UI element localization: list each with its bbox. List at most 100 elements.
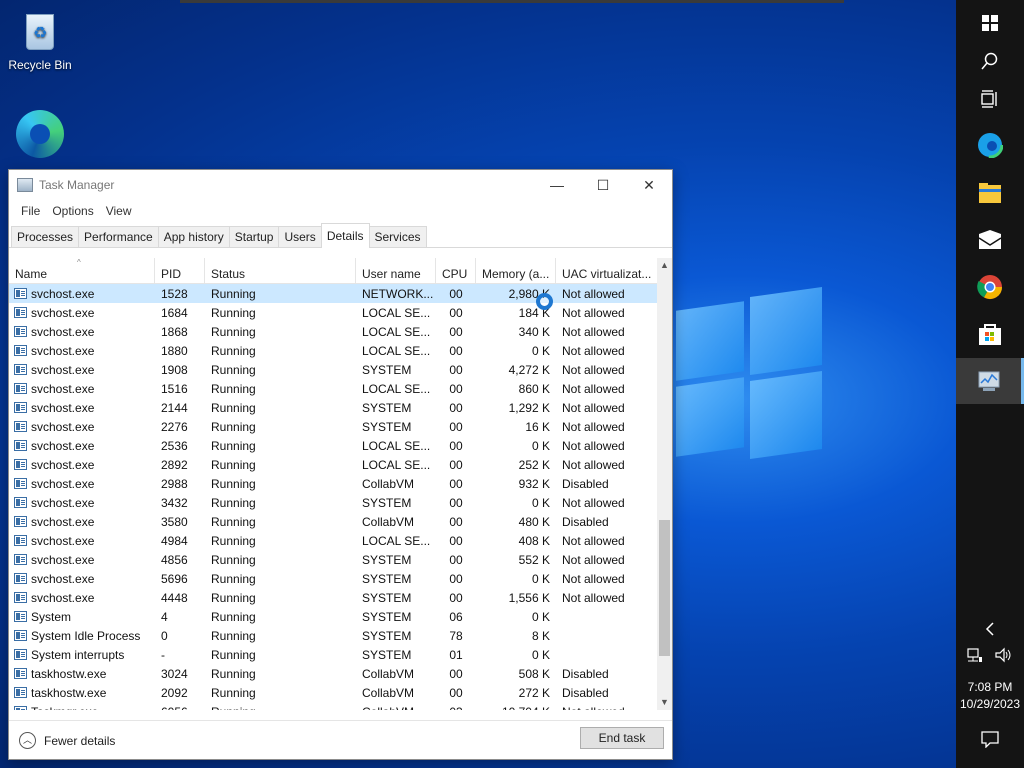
column-header-name[interactable]: ^ Name — [9, 258, 155, 283]
column-header-pid[interactable]: PID — [155, 258, 205, 283]
window-footer: ︿ Fewer details End task — [9, 720, 672, 760]
table-row[interactable]: svchost.exe 4856 Running SYSTEM 00 552 K Not a… — [9, 550, 659, 569]
cell-name: svchost.exe — [9, 477, 155, 491]
table-row[interactable]: svchost.exe 4448 Running SYSTEM 00 1,556 K Not… — [9, 588, 659, 607]
table-row[interactable]: taskhostw.exe 2092 Running CollabVM 00 272 K D… — [9, 683, 659, 702]
table-row[interactable]: Taskmgr.exe6056RunningCollabVM0310,704 K… — [9, 702, 659, 710]
table-row[interactable]: svchost.exe 1908 Running SYSTEM 00 4,272 K Not… — [9, 360, 659, 379]
table-row[interactable]: svchost.exe 1868 Running LOCAL SE... 00 340 K… — [9, 322, 659, 341]
tab-processes[interactable]: Processes — [11, 226, 80, 247]
table-row[interactable]: svchost.exe 3580 Running CollabVM 00 480 K Dis… — [9, 512, 659, 531]
taskbar-task-manager[interactable] — [956, 358, 1024, 404]
cell-cpu: 00 — [449, 533, 463, 548]
scroll-up-icon[interactable]: ▲ — [657, 258, 672, 273]
title-bar[interactable]: Task Manager — ☐ ✕ — [9, 170, 672, 200]
cell-pid: 1868 — [161, 324, 188, 339]
cell-cpu: 00 — [449, 685, 463, 700]
tab-users[interactable]: Users — [278, 226, 322, 247]
minimize-button[interactable]: — — [534, 170, 580, 200]
table-row[interactable]: taskhostw.exe 3024 Running CollabVM 00 508 K D… — [9, 664, 659, 683]
column-header-memory[interactable]: Memory (a... — [476, 258, 556, 283]
cell-user-name: LOCAL SE... — [362, 438, 431, 453]
process-icon — [14, 440, 27, 451]
table-row[interactable]: svchost.exe 2276 Running SYSTEM 00 16 K Not al… — [9, 417, 659, 436]
cell-cpu: 06 — [449, 609, 463, 624]
column-header-user-name[interactable]: User name — [356, 258, 436, 283]
table-row[interactable]: svchost.exe 2144 Running SYSTEM 00 1,292 K Not… — [9, 398, 659, 417]
table-row[interactable]: svchost.exe 5696 Running SYSTEM 00 0 K Not all… — [9, 569, 659, 588]
menu-file[interactable]: File — [15, 204, 46, 218]
tab-details[interactable]: Details — [320, 223, 370, 248]
tab-performance[interactable]: Performance — [78, 226, 159, 247]
close-icon: ✕ — [643, 176, 655, 193]
end-task-button[interactable]: End task — [580, 727, 664, 749]
table-row[interactable]: svchost.exe 1528 Running NETWORK... 00 2,980 … — [9, 284, 659, 303]
volume-icon[interactable] — [995, 647, 1013, 663]
taskbar-chrome[interactable] — [956, 264, 1024, 310]
cell-uac: Not allowed — [562, 343, 625, 358]
tab-startup[interactable]: Startup — [228, 226, 280, 247]
menu-bar: File Options View — [9, 200, 672, 222]
taskbar-store[interactable] — [956, 311, 1024, 357]
action-center-button[interactable] — [956, 716, 1024, 762]
cell-uac: Not allowed — [562, 438, 625, 453]
cell-uac: Not allowed — [556, 705, 659, 711]
fewer-details-button[interactable]: ︿ Fewer details — [19, 732, 115, 749]
clock-date[interactable]: 10/29/2023 — [956, 697, 1024, 711]
cell-uac: Not allowed — [562, 457, 625, 472]
cell-uac: Not allowed — [562, 590, 625, 605]
taskbar-edge[interactable] — [956, 122, 1024, 168]
column-header-status[interactable]: Status — [205, 258, 356, 283]
maximize-button[interactable]: ☐ — [580, 170, 626, 200]
table-row[interactable]: svchost.exe 2536 Running LOCAL SE... 00 0 K No… — [9, 436, 659, 455]
menu-options[interactable]: Options — [46, 204, 99, 218]
table-row[interactable]: svchost.exe 3432 Running SYSTEM 00 0 K Not all… — [9, 493, 659, 512]
cell-uac: Disabled — [562, 685, 609, 700]
menu-view[interactable]: View — [100, 204, 138, 218]
cell-memory: 16 K — [525, 419, 550, 434]
cell-user-name: SYSTEM — [362, 552, 412, 567]
cell-cpu: 03 — [436, 705, 476, 711]
vertical-scrollbar[interactable]: ▲ ▼ — [657, 258, 672, 710]
table-row[interactable]: svchost.exe 2892 Running LOCAL SE... 00 252 K… — [9, 455, 659, 474]
task-view-button[interactable] — [956, 76, 1024, 122]
table-row[interactable]: System Idle Process 0 Running SYSTEM 78 8 K — [9, 626, 659, 645]
cell-uac: Not allowed — [562, 419, 625, 434]
desktop-icon-recycle-bin[interactable]: Recycle Bin — [2, 8, 78, 72]
table-row[interactable]: System 4 Running SYSTEM 06 0 K — [9, 607, 659, 626]
column-header-uac[interactable]: UAC virtualizat... — [556, 258, 659, 283]
cell-name: svchost.exe — [9, 572, 155, 586]
network-icon[interactable] — [967, 647, 983, 663]
table-row[interactable]: System interrupts - Running SYSTEM 01 0 K — [9, 645, 659, 664]
cell-user-name: SYSTEM — [362, 647, 412, 662]
table-row[interactable]: svchost.exe 1880 Running LOCAL SE... 00 0 K No… — [9, 341, 659, 360]
table-row[interactable]: svchost.exe 1684 Running LOCAL SE... 00 184 K… — [9, 303, 659, 322]
cell-name: svchost.exe — [9, 515, 155, 529]
cell-user-name: SYSTEM — [362, 609, 412, 624]
cell-name: svchost.exe — [9, 439, 155, 453]
taskbar-mail[interactable] — [956, 217, 1024, 263]
cell-pid: 3580 — [161, 514, 188, 529]
tab-app-history[interactable]: App history — [157, 226, 230, 247]
process-icon — [14, 706, 27, 710]
task-manager-icon — [17, 178, 33, 192]
taskbar-file-explorer[interactable] — [956, 170, 1024, 216]
cell-pid: 1684 — [161, 305, 188, 320]
cell-status: Running — [211, 647, 256, 662]
scroll-down-icon[interactable]: ▼ — [657, 695, 672, 710]
table-row[interactable]: svchost.exe 1516 Running LOCAL SE... 00 860 K… — [9, 379, 659, 398]
cell-uac: Not allowed — [562, 305, 625, 320]
cell-name: Taskmgr.exe — [9, 705, 155, 710]
close-button[interactable]: ✕ — [626, 170, 672, 200]
process-icon — [14, 326, 27, 337]
process-icon — [14, 364, 27, 375]
clock-time[interactable]: 7:08 PM — [956, 680, 1024, 694]
table-row[interactable]: svchost.exe 2988 Running CollabVM 00 932 K Dis… — [9, 474, 659, 493]
cell-status: Running — [211, 609, 256, 624]
tab-services[interactable]: Services — [368, 226, 427, 247]
cell-status: Running — [211, 685, 256, 700]
desktop-icon-edge[interactable] — [2, 110, 78, 164]
table-row[interactable]: svchost.exe 4984 Running LOCAL SE... 00 408 K… — [9, 531, 659, 550]
scrollbar-thumb[interactable] — [659, 520, 670, 656]
column-header-cpu[interactable]: CPU — [436, 258, 476, 283]
